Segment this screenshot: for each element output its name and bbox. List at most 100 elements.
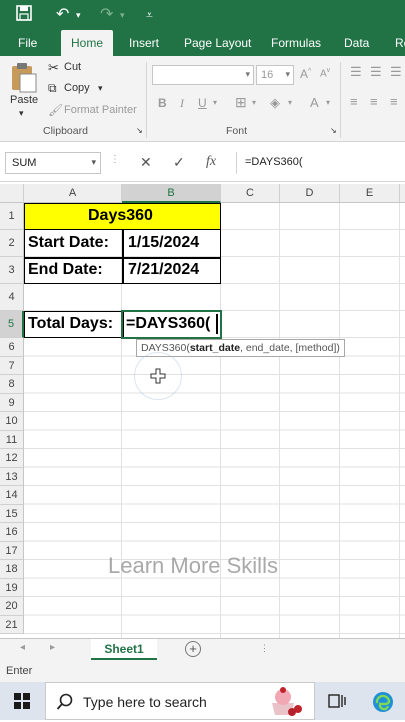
- row-header-21[interactable]: 21: [0, 615, 24, 634]
- row-header-20[interactable]: 20: [0, 597, 24, 616]
- align-left-icon[interactable]: ≡: [350, 94, 358, 109]
- formula-input[interactable]: =DAYS360(: [236, 152, 405, 174]
- select-all-corner[interactable]: [0, 184, 24, 203]
- decrease-font-icon[interactable]: Av: [320, 67, 330, 79]
- total-days-label[interactable]: Total Days:: [28, 315, 113, 333]
- row-header-2[interactable]: 2: [0, 230, 24, 257]
- row-header-6[interactable]: 6: [0, 338, 24, 357]
- name-box[interactable]: SUM ▾: [5, 152, 101, 174]
- row-header-18[interactable]: 18: [0, 560, 24, 579]
- row-header-5[interactable]: 5: [0, 311, 24, 338]
- italic-icon[interactable]: I: [180, 96, 184, 111]
- font-launcher-icon[interactable]: ↘: [330, 126, 337, 135]
- end-date-label[interactable]: End Date:: [28, 261, 103, 279]
- tab-insert[interactable]: Insert: [129, 30, 159, 56]
- more-icon: ⋮: [260, 643, 269, 653]
- scroll-left-icon[interactable]: ◂: [20, 642, 25, 653]
- format-painter-icon: 🖌: [48, 103, 64, 117]
- bold-icon[interactable]: B: [158, 96, 167, 110]
- font-size-combo[interactable]: 16 ▾: [256, 65, 294, 85]
- column-header-f[interactable]: [400, 184, 405, 203]
- task-view-icon[interactable]: [328, 692, 346, 715]
- windows-taskbar: Type here to search: [0, 682, 405, 720]
- font-color-icon[interactable]: A: [310, 95, 319, 110]
- row-header-13[interactable]: 13: [0, 467, 24, 486]
- taskbar-search[interactable]: Type here to search: [45, 682, 315, 720]
- underline-icon[interactable]: U: [198, 96, 207, 110]
- text-cursor: [216, 314, 218, 334]
- row-header-8[interactable]: 8: [0, 375, 24, 394]
- formula-bar: SUM ▾ ⋮ ✕ ✓ fx =DAYS360(: [0, 142, 405, 182]
- customize-toolbar-icon[interactable]: ⩡: [146, 5, 153, 25]
- add-sheet-icon[interactable]: +: [185, 641, 201, 657]
- row-header-3[interactable]: 3: [0, 257, 24, 284]
- column-header-e[interactable]: E: [340, 184, 400, 203]
- sheet-tab-bar: ◂ ▸ Sheet1 + ⋮: [0, 638, 405, 661]
- clipboard-launcher-icon[interactable]: ↘: [136, 126, 143, 135]
- start-date-label[interactable]: Start Date:: [28, 234, 109, 252]
- undo-icon[interactable]: ↶: [56, 5, 69, 25]
- chevron-down-icon[interactable]: ▾: [213, 98, 217, 107]
- font-group-label: Font: [226, 125, 248, 137]
- cut-button[interactable]: Cut: [64, 61, 81, 73]
- row-header-19[interactable]: 19: [0, 578, 24, 597]
- align-center-icon[interactable]: ≡: [370, 94, 378, 109]
- column-header-b[interactable]: B: [122, 184, 221, 203]
- row-header-1[interactable]: 1: [0, 203, 24, 230]
- chevron-down-icon[interactable]: ▾: [288, 98, 292, 107]
- chevron-down-icon[interactable]: ▾: [252, 98, 256, 107]
- insert-function-icon[interactable]: fx: [206, 154, 216, 170]
- tab-page-layout[interactable]: Page Layout: [184, 30, 251, 56]
- chevron-down-icon: ▾: [245, 69, 250, 79]
- align-bottom-icon[interactable]: ☰: [390, 64, 402, 80]
- clipboard-group-label: Clipboard: [43, 125, 88, 137]
- paste-button[interactable]: Paste: [10, 94, 38, 106]
- row-header-16[interactable]: 16: [0, 523, 24, 542]
- copy-dropdown-icon[interactable]: ▾: [98, 83, 103, 94]
- copy-button[interactable]: Copy: [64, 82, 90, 94]
- row-header-7[interactable]: 7: [0, 356, 24, 375]
- redo-dropdown-icon[interactable]: ▾: [120, 5, 125, 25]
- tab-home[interactable]: Home: [61, 30, 114, 56]
- windows-start-icon[interactable]: [14, 693, 30, 714]
- search-placeholder: Type here to search: [83, 694, 207, 710]
- chevron-down-icon[interactable]: ▾: [91, 157, 96, 168]
- column-header-c[interactable]: C: [221, 184, 280, 203]
- start-date-value[interactable]: 1/15/2024: [128, 234, 199, 252]
- chevron-down-icon: ▾: [285, 69, 290, 79]
- format-painter-button[interactable]: Format Painter: [64, 104, 137, 116]
- increase-font-icon[interactable]: A^: [300, 67, 311, 81]
- font-name-combo[interactable]: ▾: [152, 65, 254, 85]
- borders-icon[interactable]: ⊞: [235, 94, 247, 111]
- row-header-15[interactable]: 15: [0, 504, 24, 523]
- row-header-17[interactable]: 17: [0, 541, 24, 560]
- edge-icon[interactable]: [372, 691, 394, 718]
- row-header-4[interactable]: 4: [0, 284, 24, 311]
- column-header-a[interactable]: A: [24, 184, 122, 203]
- redo-icon[interactable]: ↷: [100, 5, 113, 25]
- align-right-icon[interactable]: ≡: [390, 94, 398, 109]
- row-header-12[interactable]: 12: [0, 449, 24, 468]
- tab-data[interactable]: Data: [344, 30, 369, 56]
- scroll-right-icon[interactable]: ▸: [50, 642, 55, 653]
- row-header-14[interactable]: 14: [0, 486, 24, 505]
- align-middle-icon[interactable]: ☰: [370, 64, 382, 80]
- tab-review[interactable]: Re: [395, 30, 405, 56]
- enter-formula-icon[interactable]: ✓: [173, 154, 185, 171]
- cancel-formula-icon[interactable]: ✕: [140, 154, 152, 171]
- row-header-9[interactable]: 9: [0, 393, 24, 412]
- undo-dropdown-icon[interactable]: ▾: [76, 5, 81, 25]
- row-header-11[interactable]: 11: [0, 430, 24, 449]
- fill-color-icon[interactable]: ◈: [270, 95, 280, 111]
- align-top-icon[interactable]: ☰: [350, 64, 362, 80]
- chevron-down-icon[interactable]: ▾: [326, 98, 330, 107]
- save-icon[interactable]: [16, 5, 32, 27]
- row-header-10[interactable]: 10: [0, 412, 24, 431]
- column-header-d[interactable]: D: [280, 184, 340, 203]
- end-date-value[interactable]: 7/21/2024: [128, 261, 199, 279]
- active-cell-formula[interactable]: =DAYS360(: [126, 315, 210, 333]
- tab-formulas[interactable]: Formulas: [271, 30, 321, 56]
- sheet-tab-sheet1[interactable]: Sheet1: [91, 639, 157, 661]
- paste-dropdown-icon[interactable]: ▾: [19, 108, 24, 119]
- tab-file[interactable]: File: [18, 30, 37, 56]
